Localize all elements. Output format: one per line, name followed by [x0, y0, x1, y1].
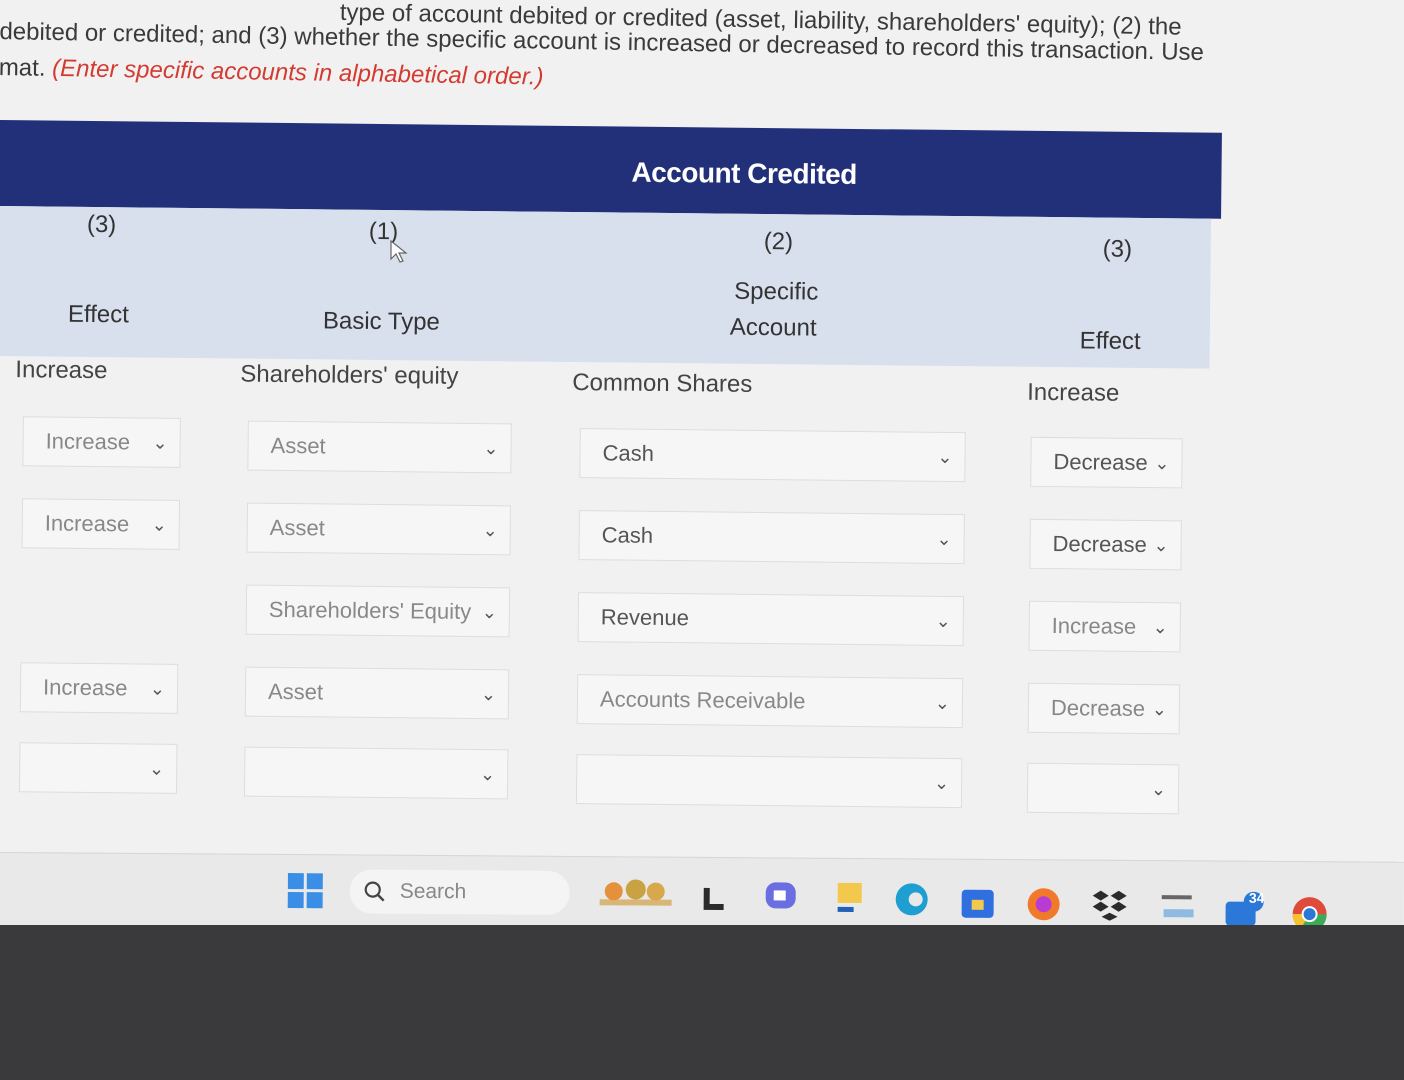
taskbar-search[interactable]: Search — [349, 869, 570, 915]
chevron-down-icon: ⌄ — [937, 446, 953, 467]
chevron-down-icon: ⌄ — [1151, 699, 1167, 720]
mouse-cursor-icon — [390, 240, 408, 263]
windows-start-icon[interactable] — [287, 873, 324, 909]
specific-account-select[interactable]: Revenue ⌄ — [577, 592, 965, 647]
amazon-icon[interactable] — [1158, 893, 1198, 923]
header-col2-label-2: Account — [729, 313, 817, 342]
select-value: Asset — [269, 514, 325, 541]
instruction-line-3-prefix: mat. — [0, 53, 46, 82]
select-value: Increase — [1051, 613, 1137, 639]
search-icon — [364, 881, 385, 902]
select-value: Accounts Receivable — [599, 686, 806, 714]
search-placeholder: Search — [399, 879, 467, 904]
chevron-down-icon: ⌄ — [482, 520, 498, 541]
effect-select[interactable]: Decrease ⌄ — [1030, 436, 1183, 489]
chevron-down-icon: ⌄ — [936, 528, 952, 549]
chevron-down-icon: ⌄ — [934, 692, 951, 713]
specific-account-select[interactable]: ⌄ — [575, 754, 963, 809]
basic-type-select[interactable]: Shareholders' Equity ⌄ — [245, 584, 511, 638]
chevron-down-icon: ⌄ — [1152, 617, 1168, 638]
banner-title: Account Credited — [631, 156, 857, 190]
basic-type-select[interactable]: Asset ⌄ — [246, 502, 511, 556]
chevron-down-icon: ⌄ — [483, 438, 499, 459]
chevron-down-icon: ⌄ — [1150, 779, 1167, 800]
notification-badge: 34 — [1248, 889, 1265, 906]
specific-account-select[interactable]: Cash ⌄ — [578, 510, 965, 565]
header-left-label: Effect — [67, 300, 130, 329]
store-icon[interactable] — [960, 884, 996, 920]
left-effect-select[interactable]: ⌄ — [18, 742, 178, 794]
instruction-note: (Enter specific accounts in alphabetical… — [51, 54, 544, 91]
edge-icon[interactable] — [894, 881, 930, 917]
basic-type-select[interactable]: Asset ⌄ — [247, 420, 512, 474]
select-value: Cash — [601, 522, 654, 548]
select-value: Asset — [270, 432, 326, 459]
header-col2-label-1: Specific — [734, 277, 819, 306]
specific-account-select[interactable]: Cash ⌄ — [579, 428, 966, 483]
select-value: Shareholders' Equity — [268, 596, 472, 624]
chevron-down-icon: ⌄ — [933, 772, 950, 793]
select-value: Decrease — [1053, 449, 1148, 476]
select-value: Decrease — [1050, 695, 1146, 722]
select-value: Asset — [267, 678, 324, 705]
static-basic-type: Shareholders' equity — [240, 360, 459, 390]
chevron-down-icon: ⌄ — [149, 758, 165, 779]
select-value: Increase — [42, 674, 128, 701]
effect-select[interactable]: Decrease ⌄ — [1027, 682, 1181, 735]
header-col3-label: Effect — [1079, 327, 1141, 355]
left-effect-select[interactable]: Increase ⌄ — [22, 416, 181, 468]
specific-account-select[interactable]: Accounts Receivable ⌄ — [576, 674, 964, 729]
basic-type-select[interactable]: ⌄ — [243, 746, 509, 800]
left-effect-select[interactable]: Increase ⌄ — [19, 662, 179, 714]
instructions: type of account debited or credited (ass… — [0, 0, 1300, 90]
chevron-down-icon: ⌄ — [1154, 453, 1170, 474]
header-col1-label: Basic Type — [322, 307, 441, 336]
journal-table: Account Credited (3) Effect (1) Basic Ty… — [0, 120, 1222, 873]
chevron-down-icon: ⌄ — [480, 684, 497, 705]
chevron-down-icon: ⌄ — [1153, 535, 1169, 556]
chevron-down-icon: ⌄ — [149, 678, 166, 699]
dropbox-icon[interactable] — [1092, 889, 1128, 921]
select-value: Increase — [45, 428, 131, 455]
effect-select[interactable]: Increase ⌄ — [1028, 600, 1182, 653]
basic-type-select[interactable]: Asset ⌄ — [244, 666, 510, 720]
select-value: Revenue — [600, 604, 690, 631]
teams-icon[interactable] — [764, 878, 800, 914]
chevron-down-icon: ⌄ — [935, 610, 951, 631]
chevron-down-icon: ⌄ — [479, 764, 496, 785]
select-value: Decrease — [1052, 531, 1147, 558]
left-effect-select[interactable]: Increase ⌄ — [21, 498, 181, 550]
header-col3-num: (3) — [1102, 235, 1133, 263]
select-value: Cash — [602, 440, 655, 466]
select-value: Increase — [44, 510, 130, 537]
widgets-icon[interactable] — [598, 877, 674, 912]
chevron-down-icon: ⌄ — [152, 432, 168, 453]
header-band — [0, 205, 1212, 369]
header-col2-num: (2) — [763, 228, 794, 256]
instruction-line-3: mat. (Enter specific accounts in alphabe… — [0, 51, 544, 94]
static-effect: Increase — [1027, 378, 1120, 407]
file-icon[interactable] — [700, 886, 726, 912]
monitor-bezel — [0, 925, 1404, 1080]
chevron-down-icon: ⌄ — [151, 514, 167, 535]
firefox-icon[interactable] — [1026, 886, 1062, 922]
effect-select[interactable]: Decrease ⌄ — [1029, 518, 1182, 571]
static-left-effect: Increase — [15, 356, 108, 385]
effect-select[interactable]: ⌄ — [1026, 762, 1180, 815]
account-credited-banner: Account Credited — [0, 120, 1222, 219]
chevron-down-icon: ⌄ — [481, 602, 497, 623]
folder-icon[interactable] — [836, 879, 864, 915]
header-left-num: (3) — [86, 210, 117, 239]
static-specific-account: Common Shares — [572, 369, 753, 398]
